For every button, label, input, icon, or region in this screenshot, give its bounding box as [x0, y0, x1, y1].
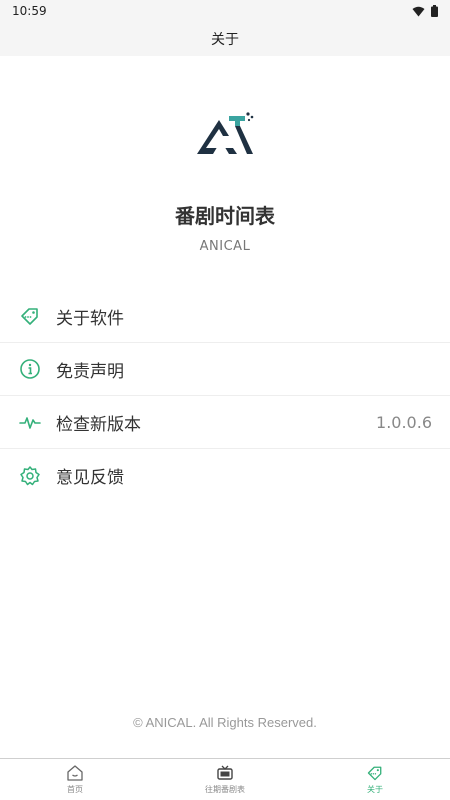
settings-menu: 关于软件 免责声明 检查新版本 1.0.0.6 意见反馈 — [0, 290, 450, 502]
info-icon — [18, 357, 42, 381]
tag-icon — [367, 766, 382, 781]
menu-item-disclaimer[interactable]: 免责声明 — [0, 343, 450, 396]
tab-about[interactable]: 关于 — [300, 759, 450, 800]
tab-label: 关于 — [367, 785, 383, 794]
pulse-icon — [18, 410, 42, 434]
tab-label: 往期番剧表 — [205, 785, 245, 794]
status-bar: 10:59 — [0, 0, 450, 22]
version-value: 1.0.0.6 — [376, 412, 432, 432]
tab-home[interactable]: 首页 — [0, 759, 150, 800]
app-name: 番剧时间表 — [175, 204, 275, 228]
tab-label: 首页 — [67, 785, 83, 794]
app-bar: 关于 — [0, 22, 450, 56]
wifi-icon — [412, 6, 425, 16]
battery-icon — [431, 5, 438, 17]
status-icons — [412, 5, 438, 17]
gear-icon — [18, 464, 42, 488]
menu-label: 关于软件 — [56, 308, 124, 329]
tab-past-schedule[interactable]: 往期番剧表 — [150, 759, 300, 800]
menu-item-feedback[interactable]: 意见反馈 — [0, 449, 450, 502]
tv-icon — [217, 765, 233, 780]
status-time: 10:59 — [12, 4, 47, 18]
home-icon — [67, 765, 83, 781]
menu-label: 免责声明 — [56, 361, 124, 382]
copyright-text: © ANICAL. All Rights Reserved. — [133, 715, 317, 730]
bottom-tab-bar: 首页 往期番剧表 关于 — [0, 758, 450, 800]
app-logo — [197, 112, 254, 154]
page-title: 关于 — [211, 32, 239, 48]
menu-item-check-update[interactable]: 检查新版本 1.0.0.6 — [0, 396, 450, 449]
app-header: 番剧时间表 ANICAL — [0, 110, 450, 254]
menu-item-about-software[interactable]: 关于软件 — [0, 290, 450, 343]
menu-label: 检查新版本 — [56, 414, 141, 435]
tag-icon — [18, 304, 42, 328]
app-subtitle: ANICAL — [199, 239, 251, 254]
menu-label: 意见反馈 — [56, 468, 124, 488]
